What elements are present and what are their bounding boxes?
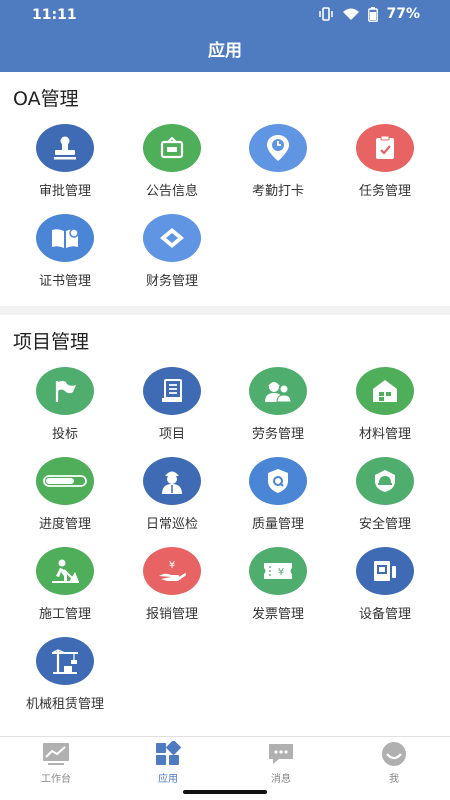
tab-label: 应用 [158,774,178,785]
app-tile-label: 材料管理 [358,427,411,442]
app-tile-label: 投标 [51,427,78,442]
tab-me[interactable]: 我 [338,737,450,787]
tab-label: 消息 [271,774,291,785]
system-nav-bar [0,786,450,800]
flag-icon [36,367,94,415]
battery-icon [368,6,379,22]
section-title: OA管理 [13,88,79,110]
app-tile-quality[interactable]: 质量管理 [223,457,333,543]
app-tile-label: 日常巡检 [145,517,198,532]
vibrate-icon [319,7,334,21]
workers-icon [249,367,307,415]
app-tile-notice[interactable]: 公告信息 [117,124,227,210]
progress-bar-icon [36,457,94,505]
section-oa: OA管理 审批管理 公告信息 考勤打卡 任务管理 证书管理 财务管理 [0,72,450,306]
status-bar: 11:11 77% [0,0,450,30]
app-tile-label: 报销管理 [145,607,198,622]
inspector-icon [143,457,201,505]
app-tile-label: 劳务管理 [251,427,304,442]
app-tile-equipment[interactable]: 设备管理 [330,547,440,633]
reimburse-hand-icon: ¥ [143,547,201,595]
app-tile-construction[interactable]: 施工管理 [10,547,120,633]
app-tile-material[interactable]: 材料管理 [330,367,440,453]
finance-diamond-icon [143,214,201,262]
app-tile-label: 审批管理 [38,184,91,199]
tab-apps[interactable]: 应用 [112,737,224,787]
crane-icon [36,637,94,685]
page-title: 应用 [0,30,450,72]
apps-grid-icon [156,741,181,765]
stamp-icon [36,124,94,172]
battery-percent: 77% [386,6,420,22]
app-tile-label: 公告信息 [145,184,198,199]
svg-text:¥: ¥ [169,560,175,571]
app-tile-safety[interactable]: 安全管理 [330,457,440,543]
clock-pin-icon [249,124,307,172]
app-tile-finance[interactable]: 财务管理 [117,214,227,300]
notice-icon [143,124,201,172]
safety-helmet-icon [356,457,414,505]
app-tile-progress[interactable]: 进度管理 [10,457,120,543]
warehouse-icon [356,367,414,415]
app-tile-label: 质量管理 [251,517,304,532]
app-tile-project[interactable]: 项目 [117,367,227,453]
app-tile-label: 施工管理 [38,607,91,622]
app-tile-label: 进度管理 [38,517,91,532]
certificate-book-icon [36,214,94,262]
tab-messages[interactable]: 消息 [225,737,337,787]
home-gesture-handle[interactable] [183,790,267,794]
section-project: 项目管理 投标 项目 劳务管理 材料管理 进度管理 日常巡检 质量管理 安全管理… [0,315,450,736]
status-time: 11:11 [32,7,77,23]
status-indicators: 77% [318,6,420,22]
workbench-chart-icon [43,743,69,765]
wifi-icon [343,8,360,20]
project-doc-icon [143,367,201,415]
section-title: 项目管理 [13,331,90,353]
app-tile-task[interactable]: 任务管理 [330,124,440,210]
bottom-tab-bar: 工作台 应用 消息 我 [0,736,450,786]
quality-shield-icon [249,457,307,505]
tab-label: 我 [389,774,399,785]
app-tile-reimburse[interactable]: ¥ 报销管理 [117,547,227,633]
app-tile-invoice[interactable]: ¥ 发票管理 [223,547,333,633]
app-tile-label: 设备管理 [358,607,411,622]
task-clipboard-icon [356,124,414,172]
app-tile-attendance[interactable]: 考勤打卡 [223,124,333,210]
app-tile-labor[interactable]: 劳务管理 [223,367,333,453]
equipment-device-icon [356,547,414,595]
construction-worker-icon [36,547,94,595]
tab-workbench[interactable]: 工作台 [0,737,112,787]
app-tile-label: 安全管理 [358,517,411,532]
profile-face-icon [382,742,406,766]
app-tile-label: 任务管理 [358,184,411,199]
svg-text:¥: ¥ [278,567,284,578]
app-tile-inspection[interactable]: 日常巡检 [117,457,227,543]
app-tile-certificate[interactable]: 证书管理 [10,214,120,300]
app-tile-label: 发票管理 [251,607,304,622]
message-bubble-icon [269,744,293,764]
app-tile-label: 证书管理 [38,274,91,289]
app-tile-machinery-lease[interactable]: 机械租赁管理 [10,637,120,723]
tab-label: 工作台 [41,774,71,785]
app-tile-approval[interactable]: 审批管理 [10,124,120,210]
app-tile-label: 财务管理 [145,274,198,289]
app-tile-label: 考勤打卡 [251,184,304,199]
app-tile-label: 项目 [158,427,185,442]
app-tile-label: 机械租赁管理 [25,697,104,712]
app-tile-bidding[interactable]: 投标 [10,367,120,453]
invoice-ticket-icon: ¥ [249,547,307,595]
